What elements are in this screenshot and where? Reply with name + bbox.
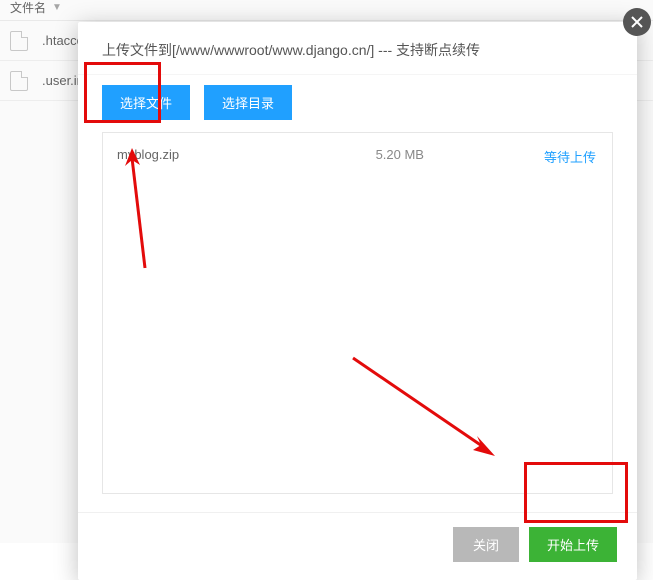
- upload-filesize: 5.20 MB: [376, 147, 424, 166]
- modal-body: 选择文件 选择目录 myblog.zip 5.20 MB 等待上传: [78, 75, 637, 512]
- upload-filename: myblog.zip: [117, 147, 376, 166]
- select-file-button[interactable]: 选择文件: [102, 85, 190, 120]
- upload-queue-panel: myblog.zip 5.20 MB 等待上传: [102, 132, 613, 494]
- cancel-button[interactable]: 关闭: [453, 527, 519, 562]
- close-icon[interactable]: [623, 8, 651, 36]
- upload-row: myblog.zip 5.20 MB 等待上传: [103, 133, 612, 166]
- select-dir-button[interactable]: 选择目录: [204, 85, 292, 120]
- modal-footer: 关闭 开始上传: [78, 512, 637, 580]
- upload-modal: 上传文件到[/www/wwwroot/www.django.cn/] --- 支…: [78, 22, 637, 580]
- select-button-row: 选择文件 选择目录: [102, 85, 613, 120]
- start-upload-button[interactable]: 开始上传: [529, 527, 617, 562]
- upload-status: 等待上传: [544, 147, 596, 166]
- modal-title: 上传文件到[/www/wwwroot/www.django.cn/] --- 支…: [78, 22, 637, 75]
